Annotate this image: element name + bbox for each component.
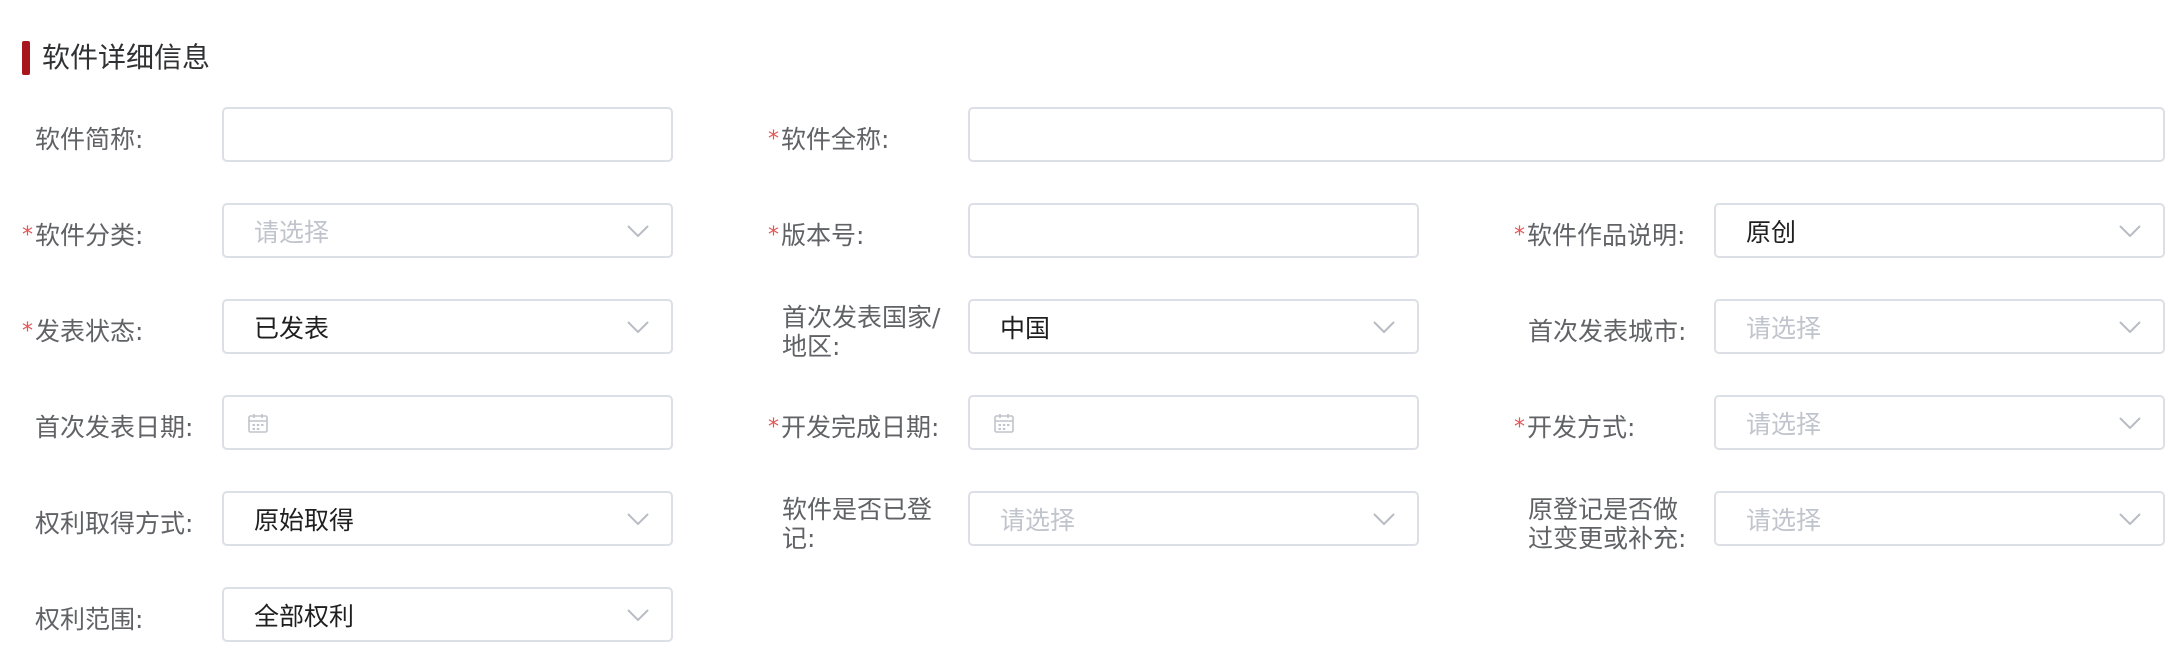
work-desc-label: * 软件作品说明:: [1514, 221, 1686, 250]
section-accent-bar: [22, 41, 30, 75]
original-changed-select[interactable]: 请选择: [1714, 491, 2165, 546]
dev-done-date-picker[interactable]: [968, 395, 1419, 450]
required-mark: *: [768, 415, 779, 440]
required-mark: *: [1514, 415, 1525, 440]
chevron-down-icon: [2119, 508, 2141, 530]
chevron-down-icon: [2119, 220, 2141, 242]
category-label: * 软件分类:: [22, 221, 144, 250]
registered-label: 软件是否已登记:: [782, 495, 933, 553]
publish-status-select[interactable]: 已发表: [222, 299, 673, 354]
required-mark: *: [768, 127, 779, 152]
calendar-icon: [246, 411, 270, 435]
chevron-down-icon: [1373, 508, 1395, 530]
first-country-select[interactable]: 中国: [968, 299, 1419, 354]
chevron-down-icon: [627, 220, 649, 242]
chevron-down-icon: [1373, 316, 1395, 338]
first-date-picker[interactable]: [222, 395, 673, 450]
dev-done-date-label: * 开发完成日期:: [768, 413, 940, 442]
chevron-down-icon: [627, 508, 649, 530]
short-name-input[interactable]: [222, 107, 673, 162]
first-country-label: 首次发表国家/地区:: [782, 303, 941, 361]
full-name-label: * 软件全称:: [768, 125, 890, 154]
first-city-select[interactable]: 请选择: [1714, 299, 2165, 354]
calendar-icon: [992, 411, 1016, 435]
version-label: * 版本号:: [768, 221, 865, 250]
required-mark: *: [22, 319, 33, 344]
full-name-input[interactable]: [968, 107, 2165, 162]
chevron-down-icon: [627, 604, 649, 626]
dev-method-label: * 开发方式:: [1514, 413, 1636, 442]
version-input[interactable]: [968, 203, 1419, 258]
short-name-label: 软件简称:: [35, 125, 144, 154]
section-header: 软件详细信息: [22, 40, 210, 76]
required-mark: *: [22, 223, 33, 248]
rights-scope-label: 权利范围:: [35, 605, 144, 634]
required-mark: *: [1514, 223, 1525, 248]
rights-method-select[interactable]: 原始取得: [222, 491, 673, 546]
required-mark: *: [768, 223, 779, 248]
publish-status-label: * 发表状态:: [22, 317, 144, 346]
chevron-down-icon: [2119, 412, 2141, 434]
chevron-down-icon: [627, 316, 649, 338]
category-select[interactable]: 请选择: [222, 203, 673, 258]
work-desc-select[interactable]: 原创: [1714, 203, 2165, 258]
registered-select[interactable]: 请选择: [968, 491, 1419, 546]
rights-scope-select[interactable]: 全部权利: [222, 587, 673, 642]
section-title: 软件详细信息: [42, 41, 211, 74]
rights-method-label: 权利取得方式:: [35, 509, 194, 538]
dev-method-select[interactable]: 请选择: [1714, 395, 2165, 450]
original-changed-label: 原登记是否做过变更或补充:: [1528, 495, 1687, 553]
chevron-down-icon: [2119, 316, 2141, 338]
first-date-label: 首次发表日期:: [35, 413, 194, 442]
first-city-label: 首次发表城市:: [1528, 317, 1687, 346]
